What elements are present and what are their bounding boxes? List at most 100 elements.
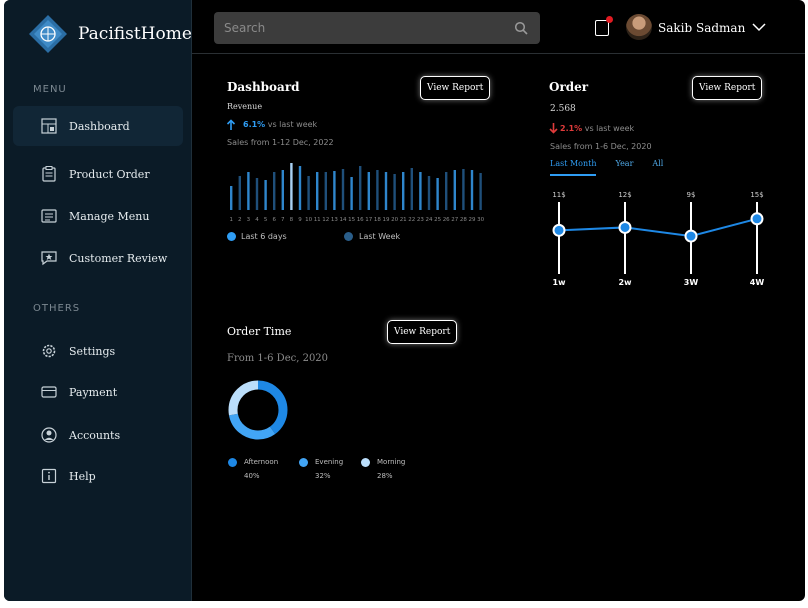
x-tick-label: 30 [477, 217, 484, 223]
sidebar-item-payment[interactable]: Payment [13, 372, 183, 412]
x-tick-label: 8 [290, 217, 294, 223]
bar [359, 166, 362, 210]
bar [350, 177, 353, 210]
bar [384, 172, 388, 210]
sidebar-item-help[interactable]: Help [13, 456, 183, 496]
dashboard-icon [40, 117, 58, 135]
x-tick-label: 21 [400, 217, 407, 223]
sidebar-item-accounts[interactable]: Accounts [13, 415, 183, 455]
revenue-bar-chart: 1 2 3 4 5 6 7 8 9 10 11 12 13 14 15 16 17 18 19 20 21 22 23 24 2… [229, 163, 485, 223]
bar [341, 169, 345, 210]
bar [436, 178, 439, 210]
gear-icon [40, 342, 58, 360]
order-view-report-button[interactable]: View Report [692, 76, 763, 100]
sidebar-item-dashboard[interactable]: Dashboard [13, 106, 183, 146]
order-line-chart: 11$ 1w 12$ 2w 9$ 3W 15$ 4W [552, 191, 765, 287]
point-label: 12$ [618, 191, 631, 199]
sidebar-item-label: Manage Menu [69, 209, 150, 223]
point-label: 9$ [687, 191, 696, 199]
x-tick-label: 28 [460, 217, 467, 223]
review-icon [40, 249, 58, 267]
search-icon[interactable] [514, 21, 528, 35]
order-range: Sales from 1-6 Dec, 2020 [550, 142, 652, 151]
x-tick-label: 16 [357, 217, 364, 223]
point-label: 11$ [552, 191, 565, 199]
revenue-change-text: vs last week [267, 120, 318, 129]
legend-afternoon: Afternoon [244, 458, 279, 466]
order-time-view-report-button[interactable]: View Report [387, 320, 458, 344]
dashboard-view-report-button[interactable]: View Report [420, 76, 491, 100]
sidebar-item-label: Accounts [69, 428, 121, 442]
x-tick-label: 25 [434, 217, 441, 223]
legend-evening-swatch [299, 458, 308, 467]
others-section-label: OTHERS [33, 303, 81, 314]
tab-year[interactable]: Year [615, 159, 633, 176]
chevron-down-icon[interactable] [752, 22, 766, 32]
user-name[interactable]: Sakib Sadman [658, 21, 745, 35]
bar [419, 172, 422, 210]
sidebar-item-label: Payment [69, 385, 118, 399]
arrow-down-icon [549, 123, 558, 134]
legend-morning: Morning [377, 458, 406, 466]
sidebar-item-product-order[interactable]: Product Order [13, 154, 183, 194]
order-time-donut-chart [228, 380, 288, 440]
bar [290, 163, 293, 210]
x-tick-label: 5 [264, 217, 268, 223]
x-tick-label: 29 [469, 217, 476, 223]
x-tick-label: 4W [750, 278, 765, 287]
order-value: 2.568 [550, 104, 576, 114]
order-change-text: vs last week [584, 124, 635, 133]
order-tabs: Last Month Year All [550, 159, 663, 176]
tab-all[interactable]: All [652, 159, 663, 176]
x-tick-label: 17 [365, 217, 372, 223]
bar [445, 172, 448, 210]
x-tick-label: 1 [229, 217, 233, 223]
bar [479, 173, 482, 210]
bar [230, 186, 233, 210]
sidebar-item-settings[interactable]: Settings [13, 331, 183, 371]
revenue-change: 6.1% [243, 120, 266, 129]
series-line [558, 217, 758, 238]
logo[interactable]: PacifistHome [28, 14, 192, 54]
x-tick-label: 12 [322, 217, 329, 223]
card-icon [40, 383, 58, 401]
clipboard-icon [40, 165, 58, 183]
notification-icon[interactable] [595, 16, 613, 36]
order-time-title: Order Time [227, 325, 292, 338]
notification-badge [606, 16, 613, 23]
x-tick-label: 19 [383, 217, 390, 223]
data-point[interactable] [750, 212, 764, 226]
sidebar-item-manage-menu[interactable]: Manage Menu [13, 196, 183, 236]
legend-last-week: Last Week [359, 232, 401, 241]
revenue-change-row: 6.1% vs last week [243, 120, 317, 129]
bar [453, 170, 456, 210]
bar [462, 169, 465, 210]
x-tick-label: 6 [272, 217, 276, 223]
user-icon [40, 426, 58, 444]
x-tick-label: 23 [417, 217, 424, 223]
data-point[interactable] [684, 229, 698, 243]
sidebar-item-label: Dashboard [69, 119, 130, 133]
menu-section-label: MENU [33, 84, 67, 95]
data-point[interactable] [618, 220, 632, 234]
search-input[interactable] [214, 12, 540, 44]
x-tick-label: 10 [305, 217, 312, 223]
sidebar-item-customer-review[interactable]: Customer Review [13, 238, 183, 278]
order-change-row: 2.1% vs last week [560, 124, 634, 133]
tab-last-month[interactable]: Last Month [550, 159, 597, 176]
avatar[interactable] [626, 14, 652, 40]
x-tick-label: 27 [451, 217, 458, 223]
bar [281, 170, 284, 210]
x-tick-label: 11 [314, 217, 321, 223]
bar [307, 176, 310, 210]
data-point[interactable] [552, 223, 566, 237]
x-tick-label: 9 [298, 217, 302, 223]
order-time-range: From 1-6 Dec, 2020 [227, 353, 329, 364]
legend-last-6-days: Last 6 days [241, 232, 287, 241]
lotus-logo-icon [29, 15, 67, 53]
bar [298, 166, 302, 210]
app-name: PacifistHome [78, 24, 192, 44]
x-tick-label: 20 [391, 217, 398, 223]
bar [316, 172, 319, 210]
bar [470, 170, 474, 210]
